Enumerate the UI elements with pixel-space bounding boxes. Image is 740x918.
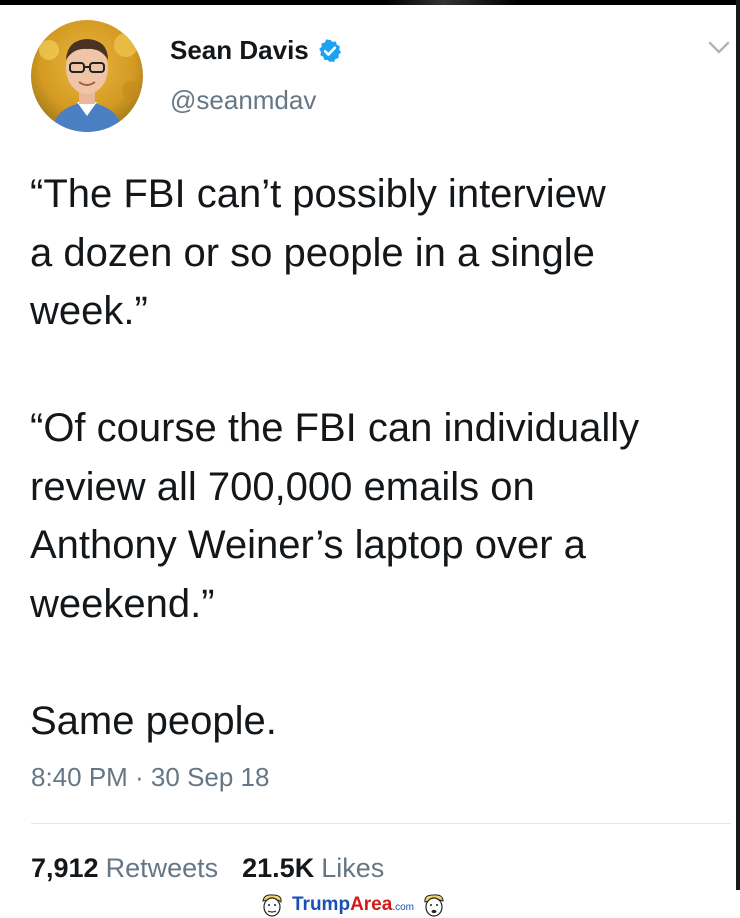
cartoon-face-icon [262,894,282,917]
verified-badge-icon [318,38,341,62]
avatar-photo [31,20,143,132]
retweets-label: Retweets [105,853,219,883]
avatar[interactable] [31,20,143,132]
cartoon-face-icon [424,894,444,917]
watermark-suffix: .com [392,902,414,913]
display-name[interactable]: Sean Davis [170,35,309,66]
chevron-down-icon[interactable] [708,41,730,55]
likes-label: Likes [321,853,385,883]
likes-stat[interactable]: 21.5K Likes [242,853,384,884]
divider [31,823,731,824]
tweet-timestamp[interactable]: 8:40 PM · 30 Sep 18 [31,762,269,793]
retweets-count: 7,912 [31,853,99,883]
right-border [736,0,740,890]
retweets-stat[interactable]: 7,912 Retweets [31,853,218,884]
tweet-text: “The FBI can’t possibly interview a doze… [30,172,640,743]
tweet-stats: 7,912 Retweets 21.5K Likes [31,853,384,884]
watermark-text: TrumpArea.com [292,894,414,916]
likes-count: 21.5K [242,853,315,883]
tweet-card: Sean Davis @seanmdav “The FBI can’t poss… [0,5,736,890]
watermark-brand-2: Area [350,894,393,915]
watermark: TrumpArea.com [258,892,448,918]
handle[interactable]: @seanmdav [170,85,316,116]
name-row: Sean Davis [170,35,343,66]
watermark-brand-1: Trump [292,894,351,915]
